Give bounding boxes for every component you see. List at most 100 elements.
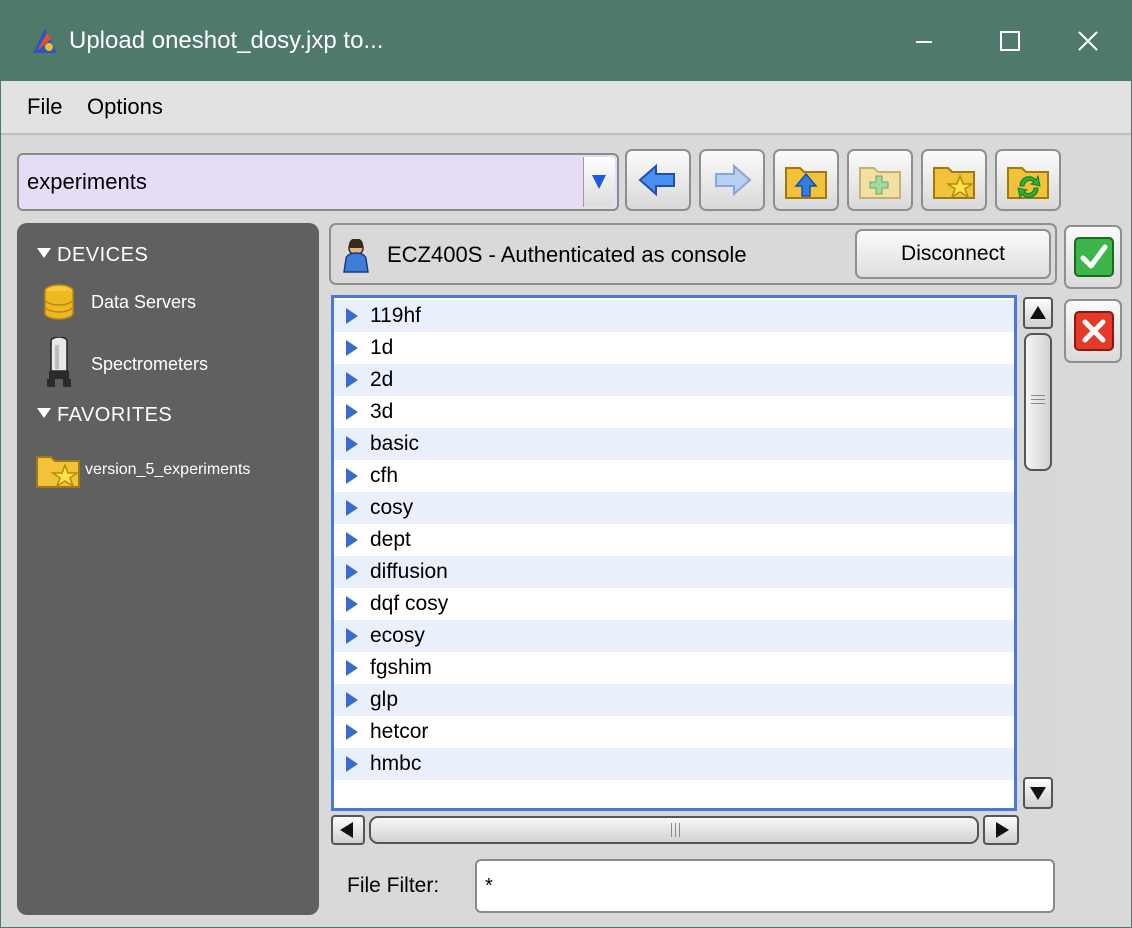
scroll-grip bbox=[1031, 395, 1045, 396]
expand-arrow-icon[interactable] bbox=[346, 628, 358, 644]
expand-arrow-icon[interactable] bbox=[346, 692, 358, 708]
scroll-left-button[interactable] bbox=[331, 815, 365, 845]
new-folder-button[interactable] bbox=[847, 149, 913, 211]
maximize-icon bbox=[1000, 31, 1020, 51]
list-item-label: cfh bbox=[370, 464, 399, 487]
horizontal-scroll-thumb[interactable] bbox=[369, 816, 979, 844]
expand-arrow-icon[interactable] bbox=[346, 724, 358, 740]
vertical-scroll-thumb[interactable] bbox=[1024, 333, 1052, 471]
forward-button[interactable] bbox=[699, 149, 765, 211]
list-item[interactable]: hetcor bbox=[334, 716, 1014, 748]
list-item-label: fgshim bbox=[370, 656, 432, 679]
upload-dialog-window: Upload oneshot_dosy.jxp to... File Optio… bbox=[0, 0, 1132, 928]
list-item[interactable]: dept bbox=[334, 524, 1014, 556]
list-item-label: hetcor bbox=[370, 720, 429, 743]
folder-up-icon bbox=[785, 167, 827, 199]
list-item[interactable]: diffusion bbox=[334, 556, 1014, 588]
list-item-label: 119hf bbox=[370, 304, 421, 327]
ok-button[interactable] bbox=[1064, 225, 1122, 289]
file-filter-field[interactable] bbox=[475, 859, 1055, 913]
sidebar-item-data-servers[interactable]: Data Servers bbox=[41, 281, 311, 325]
triangle-up-icon bbox=[1030, 306, 1046, 319]
app-logo-icon bbox=[29, 25, 61, 57]
vertical-scrollbar[interactable] bbox=[1021, 295, 1055, 811]
refresh-folder-button[interactable] bbox=[995, 149, 1061, 211]
back-arrow-icon bbox=[638, 163, 675, 197]
expand-arrow-icon[interactable] bbox=[346, 404, 358, 420]
window-title: Upload oneshot_dosy.jxp to... bbox=[69, 27, 384, 54]
list-item-label: basic bbox=[370, 432, 420, 455]
sidebar-item-label: version_5_experiments bbox=[85, 461, 251, 478]
path-combo-box[interactable]: experiments bbox=[17, 153, 619, 211]
list-item-label: 1d bbox=[370, 336, 394, 359]
sidebar-section-devices-label: DEVICES bbox=[57, 244, 149, 266]
scroll-grip bbox=[671, 823, 672, 837]
menu-bar: File Options bbox=[1, 81, 1131, 135]
path-dropdown-button[interactable] bbox=[583, 157, 615, 207]
sidebar-section-devices[interactable]: DEVICES bbox=[37, 241, 148, 269]
back-button[interactable] bbox=[625, 149, 691, 211]
triangle-left-icon bbox=[340, 822, 353, 838]
expand-arrow-icon[interactable] bbox=[346, 468, 358, 484]
checkmark-icon bbox=[1074, 237, 1114, 277]
sidebar-section-favorites[interactable]: FAVORITES bbox=[37, 401, 172, 429]
minimize-button[interactable] bbox=[881, 1, 967, 81]
list-item[interactable]: basic bbox=[334, 428, 1014, 460]
user-icon bbox=[341, 238, 371, 278]
list-item[interactable]: fgshim bbox=[334, 652, 1014, 684]
triangle-down-icon bbox=[1030, 787, 1046, 800]
expand-arrow-icon[interactable] bbox=[346, 596, 358, 612]
expand-arrow-icon[interactable] bbox=[346, 372, 358, 388]
sidebar: DEVICES Data Servers Spectrometers FAVOR… bbox=[17, 223, 319, 915]
list-item[interactable]: ecosy bbox=[334, 620, 1014, 652]
sidebar-item-label: Data Servers bbox=[91, 292, 197, 312]
title-bar[interactable]: Upload oneshot_dosy.jxp to... bbox=[1, 1, 1131, 81]
close-button[interactable] bbox=[1045, 1, 1131, 81]
path-combo-value: experiments bbox=[27, 169, 147, 194]
maximize-button[interactable] bbox=[967, 1, 1053, 81]
favorite-folder-icon bbox=[35, 449, 83, 500]
expand-arrow-icon[interactable] bbox=[346, 532, 358, 548]
expand-arrow-icon[interactable] bbox=[346, 660, 358, 676]
list-item[interactable]: 3d bbox=[334, 396, 1014, 428]
list-item-label: diffusion bbox=[370, 560, 448, 583]
list-item[interactable]: 2d bbox=[334, 364, 1014, 396]
list-item[interactable]: 1d bbox=[334, 332, 1014, 364]
file-filter-input[interactable] bbox=[485, 869, 1045, 903]
scroll-down-button[interactable] bbox=[1023, 777, 1053, 809]
expand-arrow-icon[interactable] bbox=[346, 436, 358, 452]
folder-up-button[interactable] bbox=[773, 149, 839, 211]
favorite-folder-button[interactable] bbox=[921, 149, 987, 211]
sidebar-item-spectrometers[interactable]: Spectrometers bbox=[41, 336, 311, 391]
list-item[interactable]: cosy bbox=[334, 492, 1014, 524]
expand-arrow-icon[interactable] bbox=[346, 500, 358, 516]
list-item-label: dqf cosy bbox=[370, 592, 449, 615]
list-item[interactable]: dqf cosy bbox=[334, 588, 1014, 620]
scroll-grip bbox=[1031, 403, 1045, 404]
expand-arrow-icon[interactable] bbox=[346, 756, 358, 772]
triangle-down-icon bbox=[37, 408, 51, 418]
list-item[interactable]: glp bbox=[334, 684, 1014, 716]
list-item[interactable]: cfh bbox=[334, 460, 1014, 492]
menu-file[interactable]: File bbox=[27, 91, 62, 123]
menu-options[interactable]: Options bbox=[87, 91, 163, 123]
list-item-label: dept bbox=[370, 528, 411, 551]
file-filter-label: File Filter: bbox=[347, 874, 440, 897]
horizontal-scrollbar[interactable] bbox=[331, 815, 1021, 847]
list-item[interactable]: 119hf bbox=[334, 300, 1014, 332]
forward-arrow-icon bbox=[715, 163, 752, 197]
list-item[interactable]: hmbc bbox=[334, 748, 1014, 780]
scroll-up-button[interactable] bbox=[1023, 297, 1053, 329]
list-item-label: glp bbox=[370, 688, 399, 711]
minimize-icon bbox=[916, 41, 932, 43]
cancel-button[interactable] bbox=[1064, 299, 1122, 363]
sidebar-item-version-5-experiments[interactable]: version_5_experiments bbox=[35, 445, 315, 495]
scroll-right-button[interactable] bbox=[983, 815, 1019, 845]
file-list[interactable]: 119hf 1d 2d 3d basic cfh cosy dept diffusion dqf … bbox=[331, 295, 1017, 811]
expand-arrow-icon[interactable] bbox=[346, 340, 358, 356]
expand-arrow-icon[interactable] bbox=[346, 564, 358, 580]
disconnect-button[interactable]: Disconnect bbox=[855, 229, 1051, 279]
sidebar-item-label: Spectrometers bbox=[91, 354, 209, 374]
expand-arrow-icon[interactable] bbox=[346, 308, 358, 324]
scroll-grip bbox=[1031, 399, 1045, 400]
